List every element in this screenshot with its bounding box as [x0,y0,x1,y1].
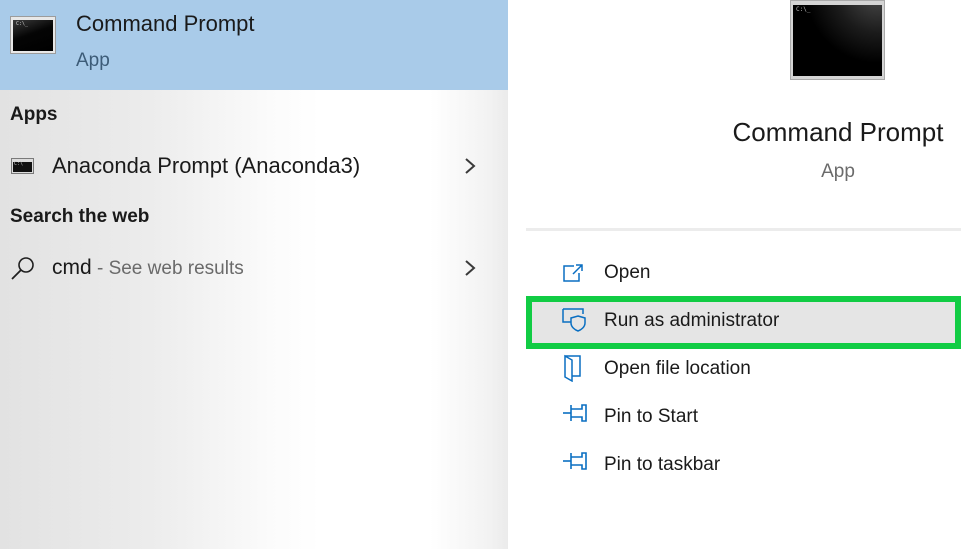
detail-title: Command Prompt [732,117,944,147]
shield-icon [562,308,586,332]
action-open[interactable]: Open [526,250,961,298]
search-results-panel: C:\_ Command Prompt App Apps C:\ Anacond… [0,0,508,549]
start-search-window: C:\_ Command Prompt App Apps C:\ Anacond… [0,0,961,549]
web-search-text: cmd - See web results [52,256,244,280]
search-icon [11,257,34,280]
app-result-anaconda-prompt[interactable]: C:\ Anaconda Prompt (Anaconda3) [0,143,508,189]
action-run-as-administrator-label: Run as administrator [604,310,780,331]
pin-icon [563,404,587,422]
anaconda-prompt-icon: C:\ [11,158,34,174]
web-search-suffix: - See web results [91,258,244,279]
divider [526,228,961,231]
action-pin-to-taskbar[interactable]: Pin to taskbar [526,442,961,490]
best-match-title: Command Prompt [76,11,255,36]
action-pin-to-taskbar-label: Pin to taskbar [604,454,721,475]
pin-icon [563,452,587,470]
panel-divider [508,0,526,549]
action-open-label: Open [604,262,651,283]
web-section-heading: Search the web [10,206,150,227]
command-prompt-large-icon: C:\_ [790,0,885,80]
web-search-query: cmd [52,256,92,279]
command-prompt-icon: C:\_ [10,16,56,54]
action-open-file-location[interactable]: Open file location [526,346,961,394]
action-run-as-administrator[interactable]: Run as administrator [526,296,961,349]
folder-icon [564,354,581,382]
apps-section-heading: Apps [10,104,58,125]
web-search-result[interactable]: cmd - See web results [0,245,508,291]
action-pin-to-start-label: Pin to Start [604,406,698,427]
action-open-file-location-label: Open file location [604,358,751,379]
detail-subtitle: App [821,161,855,182]
chevron-right-icon[interactable] [462,259,478,277]
app-result-label: Anaconda Prompt (Anaconda3) [52,153,361,178]
best-match-item[interactable]: C:\_ Command Prompt App [0,0,508,90]
best-match-subtitle: App [76,50,110,71]
action-pin-to-start[interactable]: Pin to Start [526,394,961,442]
chevron-right-icon[interactable] [462,157,478,175]
open-icon [563,264,583,282]
